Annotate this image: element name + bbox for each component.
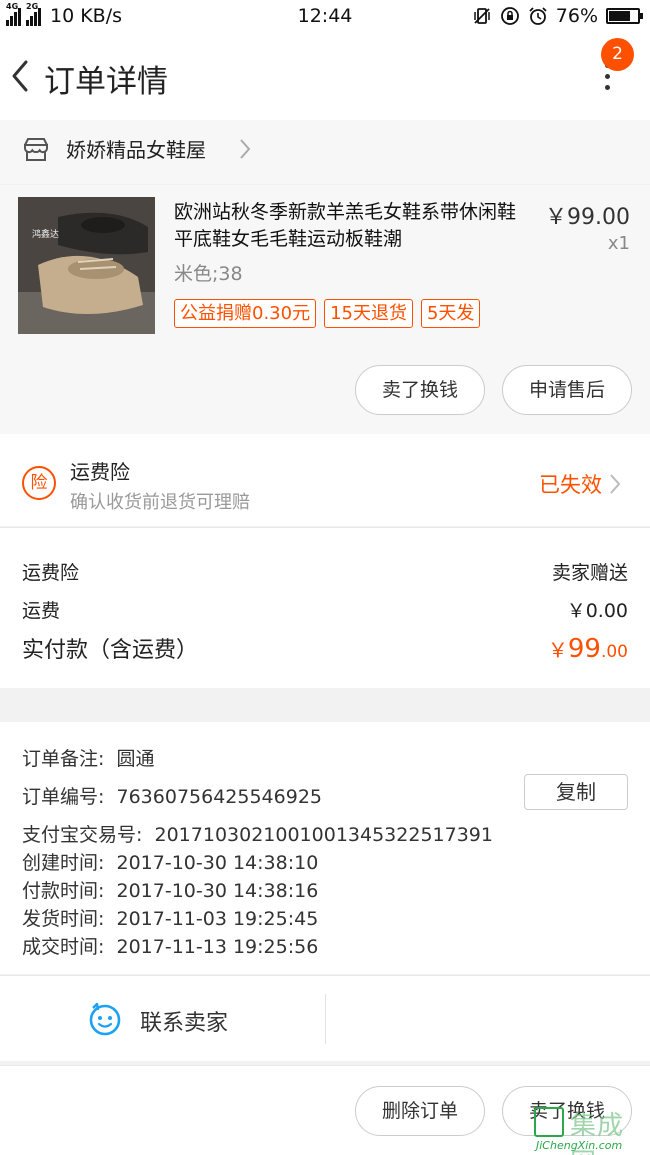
total-amount: ￥99.00 (548, 634, 628, 664)
info-value: 2017-11-13 19:25:56 (116, 936, 319, 958)
insurance-icon: 险 (22, 466, 56, 500)
product-sku: 米色;38 (174, 263, 243, 285)
fee-row-total: 实付款（含运费） ￥99.00 (22, 632, 628, 664)
watermark-square-icon (534, 1107, 564, 1137)
battery-icon (606, 8, 643, 24)
divider (325, 994, 326, 1044)
info-label: 付款时间: (22, 880, 105, 902)
total-decimal: .00 (600, 642, 628, 662)
fee-value: ￥0.00 (566, 600, 628, 622)
info-label: 订单编号: (22, 786, 105, 808)
product-title[interactable]: 欧洲站秋冬季新款羊羔毛女鞋系带休闲鞋平底鞋女毛毛鞋运动板鞋潮 (174, 199, 534, 253)
battery-percent: 76% (555, 5, 598, 27)
info-label: 订单备注: (22, 748, 105, 770)
fee-value: 卖家赠送 (551, 562, 628, 584)
chat-smile-icon (89, 1002, 121, 1036)
fee-row-insurance: 运费险 卖家赠送 (22, 558, 628, 585)
page-header: 订单详情 2 (0, 34, 650, 120)
rotation-lock-icon (500, 7, 519, 25)
tag-charity: 公益捐赠0.30元 (174, 299, 317, 328)
alipay-trade-number: 支付宝交易号: 2017103021001001345322517391 (22, 820, 493, 847)
fee-label: 运费 (22, 600, 61, 622)
back-icon[interactable] (6, 56, 36, 96)
copy-order-number-button[interactable]: 复制 (524, 774, 628, 810)
insurance-status: 已失效 (539, 473, 602, 497)
order-number: 订单编号: 76360756425546925 (22, 782, 322, 809)
info-value: 2017-10-30 14:38:16 (116, 880, 319, 902)
insurance-subtitle: 确认收货前退货可理赔 (70, 492, 250, 513)
info-label: 支付宝交易号: (22, 824, 143, 846)
shop-row[interactable]: 娇娇精品女鞋屋 (0, 120, 650, 184)
shipping-insurance-row[interactable]: 险 运费险 确认收货前退货可理赔 已失效 (0, 434, 650, 526)
product-tags: 公益捐赠0.30元 15天退货 5天发 (174, 299, 488, 328)
info-value[interactable]: 76360756425546925 (117, 786, 323, 808)
product-image-caption: 鸿鑫达 (32, 230, 60, 240)
info-label: 成交时间: (22, 936, 105, 958)
page-title: 订单详情 (44, 64, 168, 100)
battery-fill (609, 11, 630, 21)
info-label: 创建时间: (22, 852, 105, 874)
fee-row-shipping: 运费 ￥0.00 (22, 596, 628, 623)
tag-return-policy: 15天退货 (324, 299, 413, 328)
product-quantity: x1 (607, 233, 630, 254)
info-label: 发货时间: (22, 908, 105, 930)
info-value: 圆通 (116, 748, 155, 770)
shipped-time: 发货时间: 2017-11-03 19:25:45 (22, 904, 318, 931)
contact-seller-label: 联系卖家 (140, 1011, 229, 1036)
product-card: 鸿鑫达 欧洲站秋冬季新款羊羔毛女鞋系带休闲鞋平底鞋女毛毛鞋运动板鞋潮 ￥99.0… (0, 184, 650, 434)
info-value: 2017103021001001345322517391 (154, 824, 493, 846)
status-bar: 4G 2G 10 KB/s 12:44 76% (0, 0, 650, 34)
total-label: 实付款（含运费） (22, 638, 199, 663)
watermark-url: JiChengXin.com (536, 1139, 623, 1152)
completed-time: 成交时间: 2017-11-13 19:25:56 (22, 932, 318, 959)
info-value: 2017-10-30 14:38:10 (116, 852, 319, 874)
watermark-logo: 集成网 JiChengXin.com (534, 1103, 646, 1155)
product-thumbnail[interactable]: 鸿鑫达 (18, 197, 155, 334)
shop-icon (23, 138, 49, 161)
currency-symbol: ￥ (547, 638, 568, 662)
info-value: 2017-11-03 19:25:45 (116, 908, 319, 930)
created-time: 创建时间: 2017-10-30 14:38:10 (22, 848, 318, 875)
order-info: 订单备注: 圆通 订单编号: 76360756425546925 复制 支付宝交… (0, 722, 650, 974)
vibrate-off-icon (474, 8, 490, 24)
insurance-title: 运费险 (70, 460, 130, 484)
notification-badge: 2 (601, 38, 634, 71)
shop-name: 娇娇精品女鞋屋 (66, 138, 206, 162)
tag-ship-days: 5天发 (420, 299, 481, 328)
after-sales-button[interactable]: 申请售后 (502, 365, 632, 415)
sell-for-cash-button[interactable]: 卖了换钱 (355, 365, 485, 415)
chevron-right-icon (240, 139, 251, 159)
delete-order-button[interactable]: 删除订单 (355, 1086, 485, 1136)
fee-label: 运费险 (22, 562, 80, 584)
contact-seller-button[interactable]: 联系卖家 (0, 976, 325, 1062)
paid-time: 付款时间: 2017-10-30 14:38:16 (22, 876, 318, 903)
order-remark: 订单备注: 圆通 (22, 744, 155, 771)
contact-bar: 联系卖家 (0, 975, 650, 1061)
chevron-right-icon (610, 474, 621, 494)
product-price: ￥99.00 (545, 205, 630, 230)
fee-summary: 运费险 卖家赠送 运费 ￥0.00 实付款（含运费） ￥99.00 (0, 527, 650, 688)
alarm-icon (529, 7, 547, 25)
total-integer: 99 (567, 634, 601, 664)
